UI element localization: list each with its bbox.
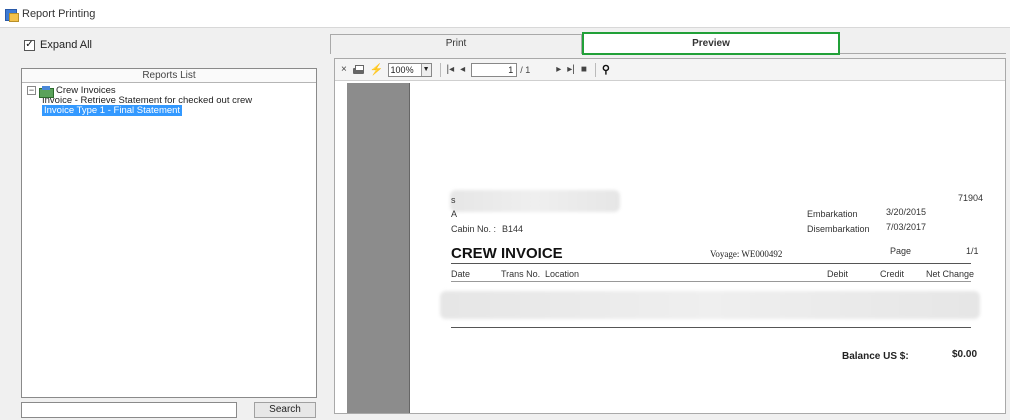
column-rule <box>451 281 971 282</box>
search-button[interactable]: Search <box>254 402 316 418</box>
page-label: Page <box>890 246 912 256</box>
total-rule <box>451 327 971 328</box>
tree-item-label-selected: Invoice Type 1 - Final Statement <box>42 105 183 116</box>
cabin-label: Cabin No. : <box>451 224 497 234</box>
viewer-toolbar: × ⚡ 100% ▼ |◂ ◂ 1 / 1 ▸ ▸| ■ ⚲ <box>335 59 1005 81</box>
tree-collapse-icon[interactable]: − <box>27 86 36 95</box>
first-page-icon[interactable]: |◂ <box>447 64 455 75</box>
page-number-input[interactable]: 1 <box>471 62 518 77</box>
redacted-marker-1: s <box>451 195 456 205</box>
search-row: Search <box>21 402 317 420</box>
col-credit: Credit <box>880 269 905 279</box>
report-page: s A 71904 Embarkation 3/20/2015 Cabin No… <box>409 83 1005 413</box>
redacted-transaction-row <box>440 291 980 319</box>
zoom-value: 100% <box>390 64 414 75</box>
expand-all-row[interactable]: ✓ Expand All <box>24 39 92 51</box>
report-folder-icon <box>39 85 54 98</box>
viewer-gutter <box>347 83 409 413</box>
zoom-select[interactable]: 100% ▼ <box>387 62 432 77</box>
stop-icon[interactable]: ■ <box>581 64 587 75</box>
redacted-marker-2: A <box>451 209 458 219</box>
reports-list-header: Reports List <box>22 69 316 83</box>
reports-tree: − Crew Invoices Invoice - Retrieve State… <box>22 83 316 116</box>
tree-item-final-statement[interactable]: Invoice Type 1 - Final Statement <box>22 105 316 116</box>
prev-page-icon[interactable]: ◂ <box>460 64 465 75</box>
right-panel: Print Preview × ⚡ 100% ▼ |◂ ◂ 1 / 1 ▸ ▸|… <box>330 28 1010 418</box>
embarkation-label: Embarkation <box>807 209 858 219</box>
toolbar-separator <box>594 62 596 77</box>
disembarkation-value: 7/03/2017 <box>886 222 927 232</box>
balance-label: Balance US $: <box>842 351 909 362</box>
close-icon[interactable]: × <box>341 64 347 75</box>
tab-preview[interactable]: Preview <box>582 32 840 55</box>
left-panel: ✓ Expand All Reports List − Crew Invoice… <box>0 28 322 418</box>
tab-print[interactable]: Print <box>330 34 582 54</box>
print-icon[interactable] <box>352 64 364 75</box>
disembarkation-label: Disembarkation <box>807 224 870 234</box>
col-date: Date <box>451 269 471 279</box>
invoice-number: 71904 <box>958 193 984 203</box>
last-page-icon[interactable]: ▸| <box>567 64 575 75</box>
app-icon <box>4 7 19 22</box>
col-location: Location <box>545 269 580 279</box>
redacted-name <box>450 190 620 212</box>
voyage-label: Voyage: WE000492 <box>710 249 783 259</box>
expand-all-label: Expand All <box>40 39 92 51</box>
search-input[interactable] <box>21 402 237 418</box>
title-bar: Report Printing <box>0 0 1010 28</box>
page-value: 1/1 <box>966 246 979 256</box>
header-rule <box>451 263 971 264</box>
cabin-value: B144 <box>502 224 524 234</box>
balance-value: $0.00 <box>952 349 978 360</box>
invoice-title: CREW INVOICE <box>451 245 563 262</box>
next-page-icon[interactable]: ▸ <box>556 64 561 75</box>
window-title: Report Printing <box>22 7 96 20</box>
report-viewer: × ⚡ 100% ▼ |◂ ◂ 1 / 1 ▸ ▸| ■ ⚲ s A 71904… <box>334 58 1006 414</box>
binoculars-icon[interactable]: ⚲ <box>602 63 610 76</box>
page-total: / 1 <box>520 64 531 75</box>
expand-all-checkbox[interactable]: ✓ <box>24 39 35 51</box>
chevron-down-icon: ▼ <box>420 63 431 76</box>
tree-node-label: Crew Invoices <box>56 84 116 96</box>
export-icon[interactable]: ⚡ <box>370 63 384 76</box>
col-trans-no: Trans No. <box>501 269 541 279</box>
embarkation-value: 3/20/2015 <box>886 207 927 217</box>
col-net-change: Net Change <box>926 269 975 279</box>
toolbar-separator <box>439 62 441 77</box>
reports-list-panel: Reports List − Crew Invoices Invoice - R… <box>21 68 317 398</box>
col-debit: Debit <box>827 269 849 279</box>
tab-strip: Print Preview <box>330 32 1006 55</box>
